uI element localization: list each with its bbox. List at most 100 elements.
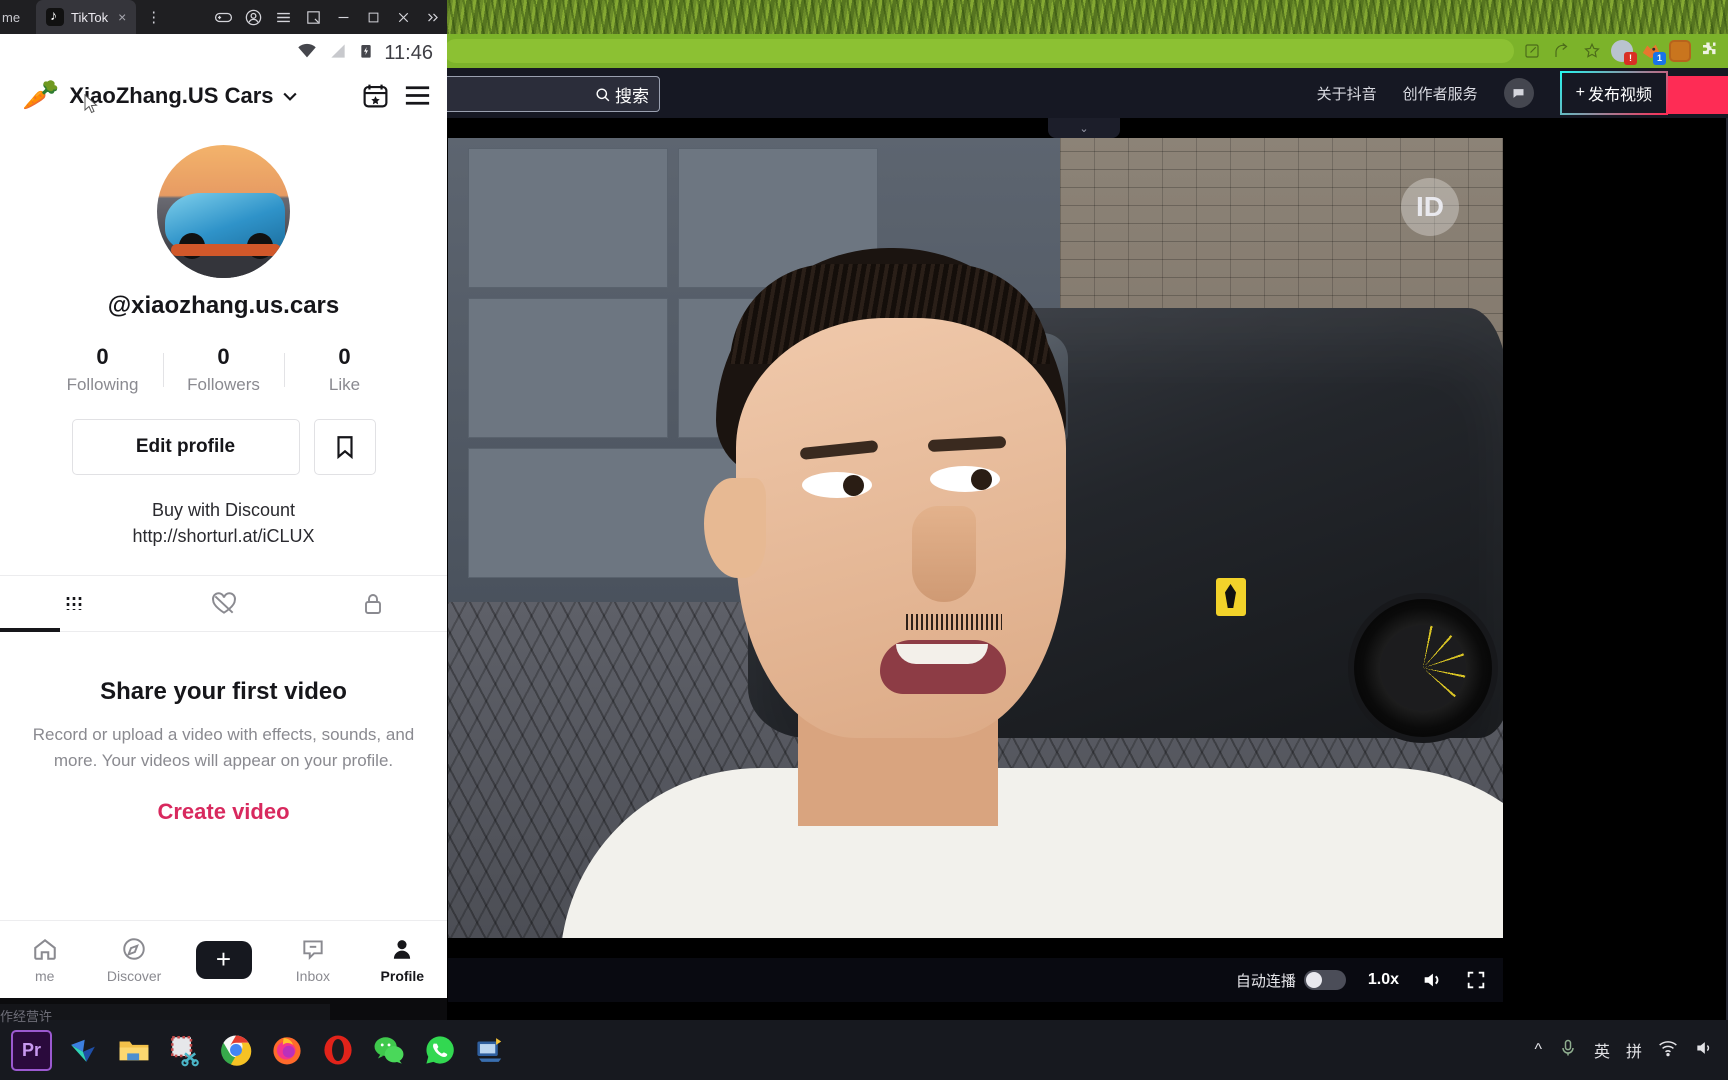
wechat-icon[interactable] [368,1030,409,1071]
bio-link[interactable]: http://shorturl.at/iCLUX [0,523,447,549]
nav-home[interactable]: me [0,936,89,984]
firefox-extension-badge[interactable]: 1 [1640,40,1666,65]
bio-line-1: Buy with Discount [151,500,296,520]
premiere-pro-icon[interactable]: Pr [11,1029,52,1071]
nav-label: Profile [380,967,425,984]
show-hidden-icons[interactable]: ^ [1534,1041,1542,1059]
person-in-video [560,248,1503,938]
emulator-tab-tiktok[interactable]: TikTok × [36,0,137,34]
douyin-nav: 关于抖音 创作者服务 + 发布视频 [1317,68,1668,118]
search-icon [596,87,610,101]
volume-icon[interactable] [1421,969,1443,991]
search-label: 搜索 [615,86,649,106]
bookmark-star-icon[interactable] [1580,39,1604,63]
emulator-window-controls [213,0,443,34]
nav-about-douyin[interactable]: 关于抖音 [1317,83,1377,104]
tab-liked[interactable] [149,576,298,632]
video-player[interactable]: ID [448,138,1503,938]
volume-icon[interactable] [1694,1038,1714,1063]
tiktok-logo-icon [46,7,64,26]
opera-icon[interactable] [317,1030,358,1071]
gamepad-icon[interactable] [213,7,233,27]
resize-icon[interactable] [303,7,323,27]
nav-create[interactable]: + [179,940,268,979]
minimize-icon[interactable] [333,7,353,27]
hamburger-menu-icon[interactable] [401,80,433,112]
taskbar-tray: ^ 英 拼 [1534,1038,1728,1063]
maximize-icon[interactable] [363,7,383,27]
windows-watermark: 作经营许 [0,1009,53,1024]
phone-status-bar: 11:46 [0,34,447,72]
microphone-icon[interactable] [1558,1038,1578,1063]
chevron-down-icon[interactable] [280,86,300,106]
wifi-icon[interactable] [1658,1038,1678,1063]
nav-creator-services[interactable]: 创作者服务 [1403,83,1478,104]
publish-video-label: 发布视频 [1587,87,1652,104]
teams-like-icon[interactable] [62,1030,103,1071]
profile-actions: Edit profile [0,419,447,475]
close-icon[interactable] [393,7,413,27]
snipping-tool-icon[interactable] [164,1030,205,1071]
carrot-icon: 🥕 [22,79,60,112]
chevron-down-icon[interactable]: ⌄ [1048,118,1120,138]
calendar-star-icon[interactable] [359,80,391,112]
profile-stats: 0 Following 0 Followers 0 Like [0,344,447,395]
nav-label: Inbox [295,967,331,984]
address-bar[interactable] [444,39,1514,63]
profile-bio: Buy with Discount http://shorturl.at/iCL… [0,497,447,549]
firefox-icon[interactable] [266,1030,307,1071]
open-in-new-icon[interactable] [1520,39,1544,63]
share-icon[interactable] [1550,39,1574,63]
page-title[interactable]: XiaoZhang.US Cars [69,83,299,109]
ime-english[interactable]: 英 [1594,1038,1610,1062]
emulator-tabbar: me TikTok × ⋮ [0,0,447,34]
stat-following[interactable]: 0 Following [43,344,163,395]
password-manager-icon[interactable] [1669,40,1691,62]
stat-likes[interactable]: 0 Like [285,344,405,395]
ear [704,478,766,578]
emulator-tab-me[interactable]: me [0,10,36,25]
toggle-switch[interactable] [1303,970,1346,990]
playback-speed[interactable]: 1.0x [1368,971,1399,989]
remote-desktop-icon[interactable] [470,1030,511,1071]
avatar[interactable] [157,145,290,278]
profile-handle: @xiaozhang.us.cars [107,292,340,319]
search-button[interactable]: 搜索 [594,82,649,107]
stat-followers[interactable]: 0 Followers [164,344,284,395]
login-button[interactable] [1668,76,1728,114]
create-video-link[interactable]: Create video [0,799,447,825]
extension-warning-badge[interactable]: ! [1611,40,1637,65]
plus-create-icon[interactable]: + [189,940,258,979]
stat-label: Like [328,375,361,394]
nav-inbox[interactable]: Inbox [268,936,357,984]
bookmark-icon[interactable] [313,419,376,475]
taskbar-apps: Pr [0,1029,516,1071]
ime-pinyin[interactable]: 拼 [1626,1038,1642,1062]
menu-icon[interactable] [273,7,293,27]
puzzle-piece-icon[interactable] [1698,40,1720,62]
tab-private[interactable] [298,576,447,632]
nav-label: Discover [106,967,162,984]
autoplay-toggle[interactable]: 自动连播 [1236,970,1346,991]
extension-badge-count: 1 [1653,52,1666,65]
lamborghini-image [165,193,285,259]
chrome-icon[interactable] [215,1030,256,1071]
nav-discover[interactable]: Discover [89,936,178,984]
tab-posts[interactable] [0,576,149,633]
expand-more-icon[interactable] [423,7,443,27]
app-label: Pr [21,1039,41,1060]
mouth [880,640,1006,694]
chat-bubble-icon[interactable] [1503,78,1534,108]
edit-profile-button[interactable]: Edit profile [71,419,300,475]
nav-profile[interactable]: Profile [358,936,447,984]
fullscreen-icon[interactable] [1465,969,1487,991]
whatsapp-icon[interactable] [419,1030,460,1071]
close-icon[interactable]: × [118,9,126,25]
file-explorer-icon[interactable] [113,1030,154,1071]
screen: ! 1 搜索 关于抖音 创作者服务 + 发布视频 ⌄ ID 自动连播 1.0x … [0,0,1728,1080]
publish-video-button[interactable]: + 发布视频 [1559,71,1668,115]
search-input[interactable]: 搜索 [440,76,660,112]
eye [802,472,872,498]
emulator-more-menu[interactable]: ⋮ [146,8,162,26]
account-icon[interactable] [243,7,263,27]
